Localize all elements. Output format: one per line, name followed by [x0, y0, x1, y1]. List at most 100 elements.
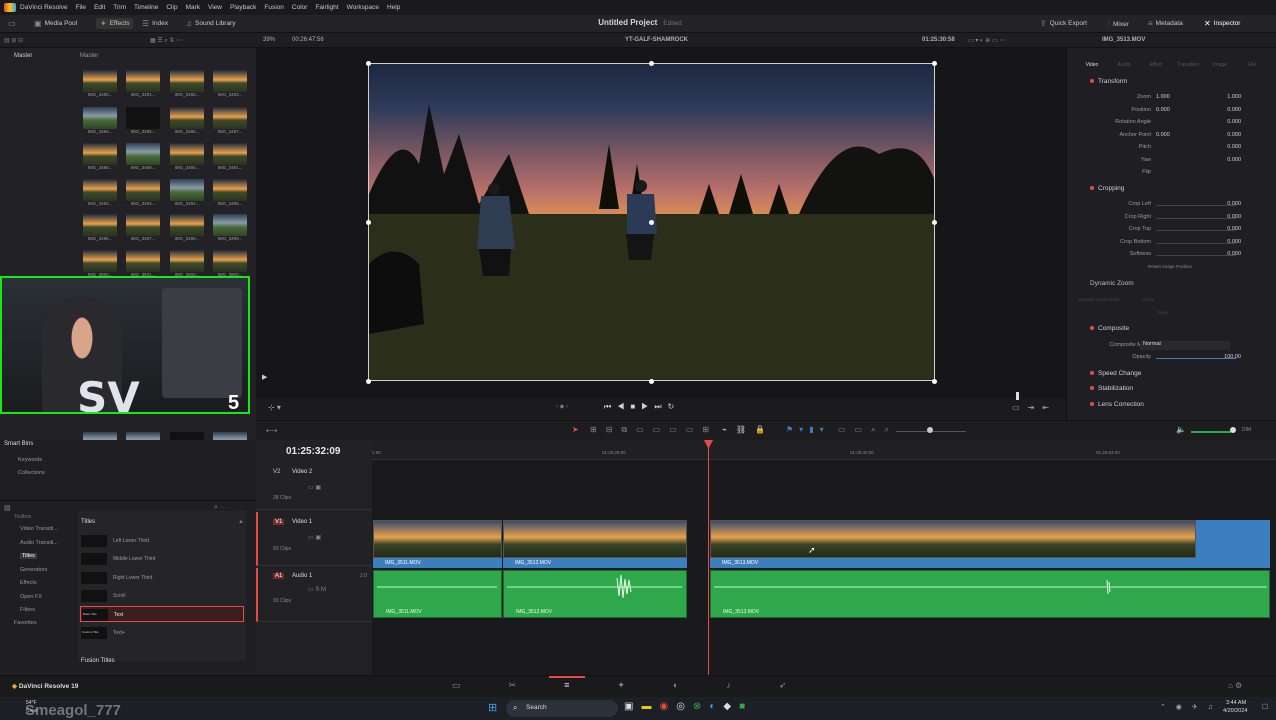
panel-toggle-icon[interactable]: ▤ [4, 504, 11, 512]
clip-thumbnail[interactable] [170, 214, 204, 236]
playhead-line[interactable] [708, 440, 709, 675]
effects-tree-item[interactable]: Generators [20, 567, 48, 573]
prop-value[interactable]: 0.000 [1227, 214, 1241, 220]
prop-value[interactable]: 0.000 [1227, 226, 1241, 232]
track-a1-id[interactable]: A1 [273, 573, 285, 579]
skip-start-icon[interactable]: ⏮ [604, 402, 617, 411]
page-fusion-icon[interactable]: ✦ [617, 680, 673, 690]
inspector-tab-video[interactable]: Video [1078, 62, 1106, 68]
transform-handle-tc[interactable] [649, 61, 654, 66]
media-pool-button[interactable]: ▣ Media Pool [34, 19, 77, 28]
title-item[interactable]: Basic Title Text [80, 606, 244, 623]
prop-value[interactable]: 0.000 [1227, 239, 1241, 245]
enable-toggle-icon[interactable] [1090, 79, 1094, 83]
menu-fairlight[interactable]: Fairlight [315, 4, 338, 11]
menu-trim[interactable]: Trim [113, 4, 126, 11]
transform-handle-ml[interactable] [366, 220, 371, 225]
menu-fusion[interactable]: Fusion [264, 4, 284, 11]
inspector-tab-file[interactable]: File [1238, 62, 1266, 68]
clip-thumbnail[interactable] [83, 250, 117, 272]
effects-tree-item[interactable]: Audio Transiti... [20, 540, 58, 546]
page-edit-icon[interactable]: ≡ [564, 680, 617, 690]
effects-tree-item[interactable]: Video Transiti... [20, 526, 58, 532]
edit-mode-icons[interactable]: ⊞⊟⧉▭▭▭▭⊞ [590, 425, 718, 435]
transform-section[interactable]: Transform [1090, 78, 1127, 85]
clip-thumbnail[interactable] [170, 70, 204, 92]
video-clip-label-3512[interactable]: IMG_3512.MOV [503, 558, 687, 568]
inspector-tab-effect[interactable]: Effect [1142, 62, 1170, 68]
flag-marker-icons[interactable]: ⚑▾▮▾ [786, 425, 830, 434]
clip-thumbnail[interactable] [213, 214, 247, 236]
prop-x-value[interactable]: 0.000 [1156, 132, 1170, 138]
title-item[interactable]: Scroll [80, 588, 244, 604]
prop-x-value[interactable]: 0.000 [1156, 107, 1170, 113]
master-bin[interactable]: Master [14, 53, 32, 59]
transform-handle-br[interactable] [932, 379, 937, 384]
viewer-play-marker-icon[interactable]: ▶ [262, 373, 267, 381]
lens-correction-section[interactable]: Lens Correction [1090, 401, 1144, 408]
clip-thumbnail[interactable] [83, 179, 117, 201]
clip-thumbnail[interactable] [83, 70, 117, 92]
video-clip-3513[interactable] [710, 520, 1196, 558]
timeline-area[interactable]: 1:00 01:25:28:00 01:25:40:00 01:25:54:00… [372, 440, 1276, 675]
menu-mark[interactable]: Mark [186, 4, 200, 11]
mixer-button[interactable]: ⫶ Mixer [1108, 19, 1129, 29]
prop-y-value[interactable]: 0.000 [1227, 132, 1241, 138]
crop-slider[interactable] [1156, 242, 1236, 244]
cropping-section[interactable]: Cropping [1090, 185, 1124, 192]
menu-playback[interactable]: Playback [230, 4, 256, 11]
clip-thumbnail[interactable] [126, 107, 160, 129]
clip-thumbnail[interactable] [83, 107, 117, 129]
transform-handle-mr[interactable] [932, 220, 937, 225]
composite-mode-dropdown[interactable]: Normal [1140, 341, 1230, 350]
loop-icon[interactable]: ↻ [668, 402, 681, 411]
enable-toggle-icon[interactable] [1090, 371, 1094, 375]
effects-tree-item[interactable]: Titles [20, 553, 37, 559]
inspector-tab-image[interactable]: Image [1206, 62, 1234, 68]
prop-x-value[interactable]: 1.000 [1156, 94, 1170, 100]
tray-icons[interactable]: ⌃ ◉ ✈ ♫ [1160, 703, 1217, 711]
prop-y-value[interactable]: 1.000 [1227, 94, 1241, 100]
skip-end-icon[interactable]: ⏭ [654, 402, 667, 411]
dynamic-zoom-section[interactable]: Dynamic Zoom [1090, 280, 1134, 287]
clip-thumbnail[interactable] [213, 179, 247, 201]
page-media-icon[interactable]: ▭ [452, 680, 509, 690]
retain-image-position-checkbox[interactable]: Retain Image Position [1148, 264, 1192, 269]
xbox-icon[interactable]: ⊗ [693, 701, 709, 712]
stabilization-section[interactable]: Stabilization [1090, 385, 1133, 392]
dim-button[interactable]: DIM [1242, 427, 1251, 433]
transform-handle-bc[interactable] [649, 379, 654, 384]
transform-anchor-point[interactable] [649, 220, 654, 225]
windows-start-icon[interactable]: ⊞ [488, 701, 497, 714]
timeline-options-icon[interactable]: ⟷ [266, 426, 277, 435]
page-fairlight-icon[interactable]: ♪ [726, 680, 779, 690]
keywords-bin[interactable]: Keywords [18, 457, 42, 463]
chrome-icon[interactable]: ◉ [659, 701, 676, 712]
clip-thumbnail[interactable] [126, 143, 160, 165]
clip-thumbnail[interactable] [170, 179, 204, 201]
transform-handle-tl[interactable] [366, 61, 371, 66]
clip-thumbnail[interactable] [83, 143, 117, 165]
timeline-timecode[interactable]: 01:25:32:09 [286, 446, 340, 457]
snap-link-icons[interactable]: ⌁⛓🔒 [722, 425, 774, 434]
page-deliver-icon[interactable]: ➶ [779, 680, 835, 690]
edge-icon[interactable]: ◐ [709, 701, 723, 712]
title-item[interactable]: Left Lower Third [80, 533, 244, 549]
effects-button[interactable]: ✦ Effects [96, 18, 134, 29]
volume-knob[interactable] [1230, 427, 1236, 433]
crop-slider[interactable] [1156, 205, 1236, 206]
track-a1-name[interactable]: Audio 1 [292, 573, 312, 579]
prop-value[interactable]: 0.000 [1227, 201, 1241, 207]
menu-help[interactable]: Help [387, 4, 400, 11]
play-reverse-icon[interactable]: ◀ [617, 402, 630, 411]
clip-thumbnail[interactable] [83, 214, 117, 236]
clip-thumbnail[interactable] [213, 107, 247, 129]
zoom-mode-icons[interactable]: ▭▭⌕⌕ [838, 425, 898, 435]
title-item[interactable]: Custom Title Text+ [80, 625, 244, 641]
monitor-icon[interactable]: ▭ [8, 19, 16, 28]
page-color-icon[interactable]: ◐ [673, 680, 726, 690]
video-clip-3511[interactable] [373, 520, 502, 558]
clip-thumbnail[interactable] [170, 107, 204, 129]
track-v1-controls-icon[interactable]: ▭ ▣ [308, 534, 321, 541]
clock-time[interactable]: 3:44 AM [1226, 700, 1246, 706]
